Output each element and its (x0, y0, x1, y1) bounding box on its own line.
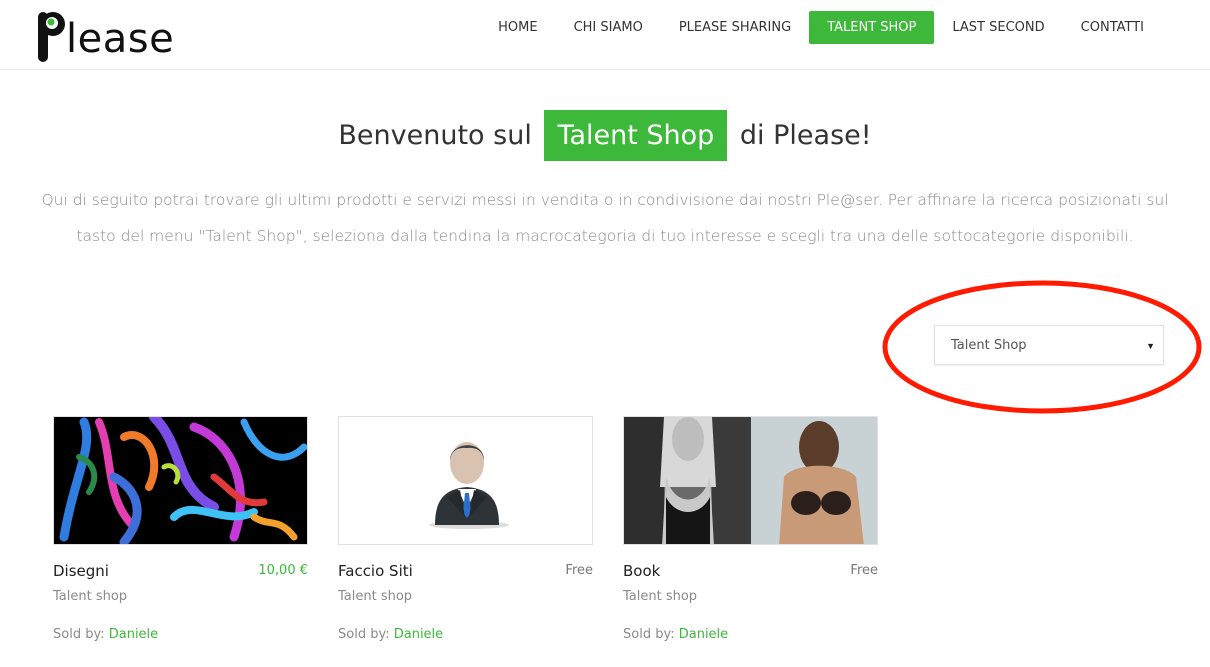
product-seller: Sold by: Daniele (53, 627, 158, 642)
product-title[interactable]: Disegni (53, 562, 109, 580)
product-image-abstract-drawing[interactable] (53, 416, 308, 545)
product-card[interactable]: Disegni 10,00 € Talent shop Sold by: Dan… (53, 416, 308, 642)
page-title: Benvenuto sul Talent Shop di Please! (0, 110, 1210, 161)
logo-p-icon (36, 8, 66, 64)
product-price: Free (565, 563, 593, 578)
product-category: Talent shop (338, 589, 413, 604)
seller-link[interactable]: Daniele (109, 627, 158, 642)
title-before: Benvenuto sul (338, 120, 532, 151)
nav-contatti[interactable]: CONTATTI (1063, 11, 1162, 44)
product-title-row: Faccio Siti Free (338, 562, 593, 584)
nav-chi-siamo[interactable]: CHI SIAMO (556, 11, 661, 44)
product-title[interactable]: Faccio Siti (338, 562, 413, 580)
nav-last-second[interactable]: LAST SECOND (934, 11, 1062, 44)
product-price: Free (850, 563, 878, 578)
main-nav: HOME CHI SIAMO PLEASE SHARING TALENT SHO… (480, 11, 1162, 44)
product-seller: Sold by: Daniele (338, 627, 443, 642)
category-select-value: Talent Shop (951, 338, 1027, 353)
title-highlight: Talent Shop (544, 110, 728, 161)
product-title-row: Book Free (623, 562, 878, 584)
seller-link[interactable]: Daniele (679, 627, 728, 642)
product-category: Talent shop (623, 589, 698, 604)
chevron-down-icon: ▼ (1146, 341, 1155, 351)
product-title[interactable]: Book (623, 562, 660, 580)
site-header: lease HOME CHI SIAMO PLEASE SHARING TALE… (0, 0, 1210, 70)
product-image-photo-book[interactable] (623, 416, 878, 545)
nav-please-sharing[interactable]: PLEASE SHARING (661, 11, 809, 44)
product-card[interactable]: Book Free Talent shop Sold by: Daniele (623, 416, 878, 642)
product-image-businessman-avatar[interactable] (338, 416, 593, 545)
logo-text: lease (66, 16, 175, 62)
product-card[interactable]: Faccio Siti Free Talent shop Sold by: Da… (338, 416, 593, 642)
title-after: di Please! (739, 120, 872, 151)
product-seller: Sold by: Daniele (623, 627, 728, 642)
sold-by-label: Sold by: (338, 627, 390, 642)
product-title-row: Disegni 10,00 € (53, 562, 308, 584)
seller-link[interactable]: Daniele (394, 627, 443, 642)
sold-by-label: Sold by: (53, 627, 105, 642)
category-select[interactable]: Talent Shop ▼ (934, 325, 1164, 365)
product-category: Talent shop (53, 589, 128, 604)
site-logo[interactable]: lease (36, 4, 174, 64)
nav-talent-shop[interactable]: TALENT SHOP (809, 11, 935, 44)
product-price: 10,00 € (258, 563, 308, 578)
page-description: Qui di seguito potrai trovare gli ultimi… (41, 191, 1169, 245)
nav-home[interactable]: HOME (480, 11, 555, 44)
sold-by-label: Sold by: (623, 627, 675, 642)
